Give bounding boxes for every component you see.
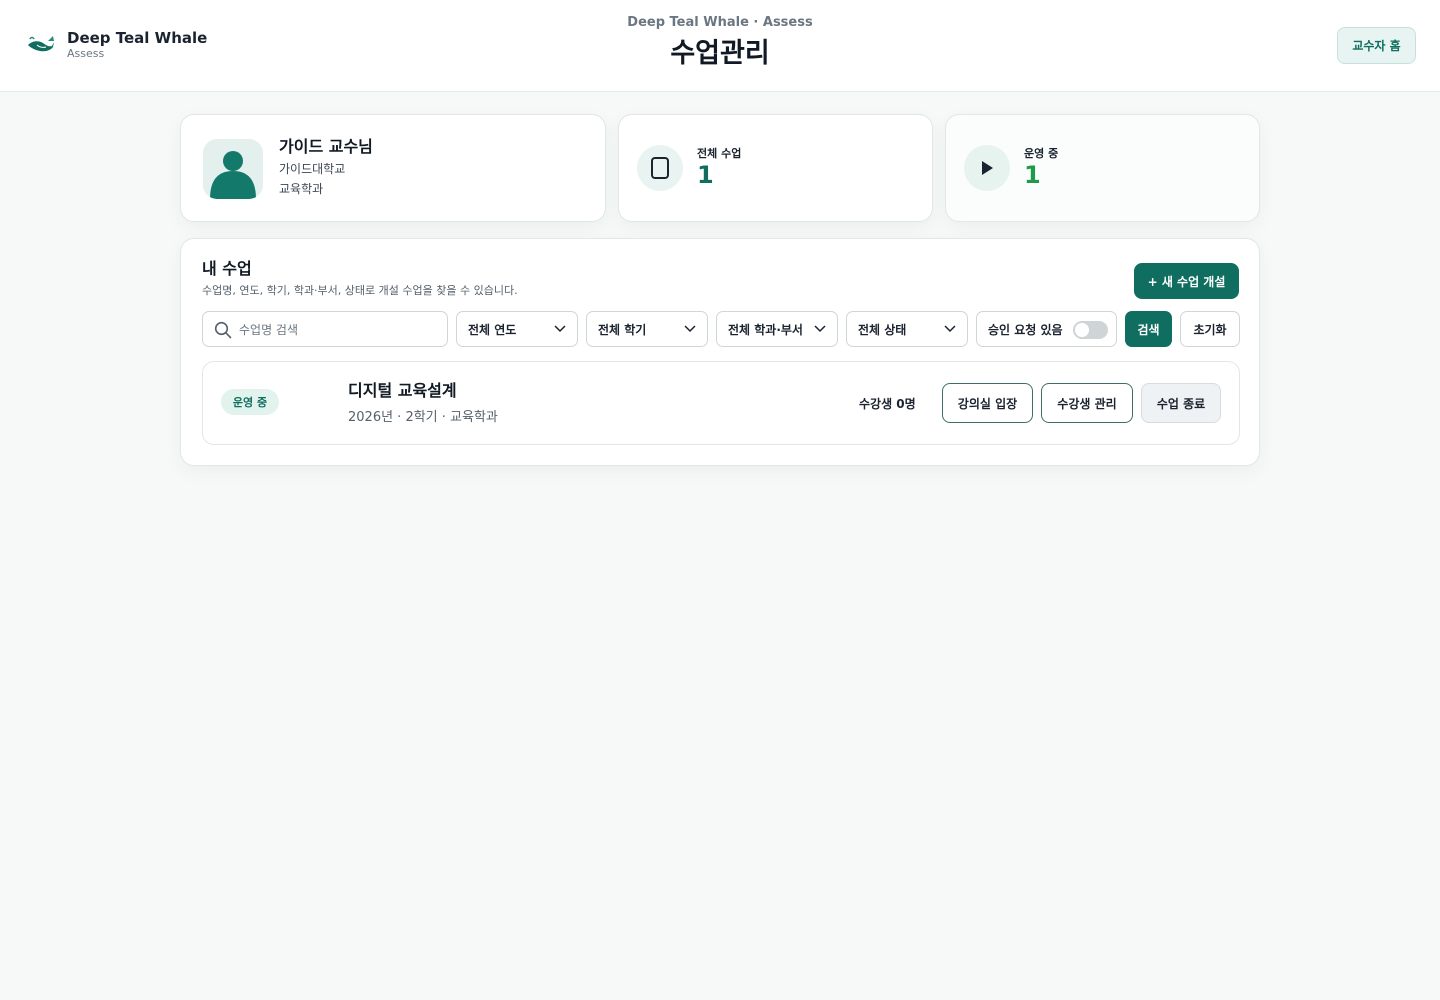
user-icon xyxy=(210,151,256,199)
search-input[interactable] xyxy=(239,319,439,341)
chevron-down-icon xyxy=(944,325,956,333)
department-select[interactable]: 전체 학과·부서 xyxy=(716,311,838,347)
instructor-home-button[interactable]: 교수자 홈 xyxy=(1337,27,1416,64)
brand-sub: Assess xyxy=(67,47,105,60)
reset-button[interactable]: 초기화 xyxy=(1180,311,1240,347)
chevron-down-icon xyxy=(684,325,696,333)
profile-university: 가이드대학교 xyxy=(279,162,346,176)
stat-running-label: 운영 중 xyxy=(1024,147,1059,160)
stat-total-value: 1 xyxy=(697,161,714,189)
page-title: 수업관리 xyxy=(670,38,770,69)
avatar xyxy=(203,139,263,199)
toggle-knob xyxy=(1075,323,1089,337)
approval-toggle-label: 승인 요청 있음 xyxy=(988,323,1063,337)
app-header: Deep Teal Whale Assess Deep Teal Whale ·… xyxy=(0,0,1440,92)
year-select-value: 전체 연도 xyxy=(468,323,517,337)
status-select[interactable]: 전체 상태 xyxy=(846,311,968,347)
class-row: 운영 중 디지털 교육설계 2026년 · 2학기 · 교육학과 수강생 0명 … xyxy=(202,361,1240,445)
search-icon xyxy=(214,321,232,339)
stat-running-classes: 운영 중 1 xyxy=(945,114,1260,222)
profile-card: 가이드 교수님 가이드대학교 교육학과 xyxy=(180,114,606,222)
end-class-button[interactable]: 수업 종료 xyxy=(1141,383,1221,423)
approval-request-filter: 승인 요청 있음 xyxy=(976,311,1117,347)
header-kicker: Deep Teal Whale · Assess xyxy=(627,15,813,30)
stat-running-value: 1 xyxy=(1024,161,1041,189)
chevron-down-icon xyxy=(814,325,826,333)
panel-title: 내 수업 xyxy=(202,259,252,278)
year-select[interactable]: 전체 연도 xyxy=(456,311,578,347)
semester-select-value: 전체 학기 xyxy=(598,323,647,337)
search-button[interactable]: 검색 xyxy=(1125,311,1172,347)
department-select-value: 전체 학과·부서 xyxy=(728,323,803,337)
enter-classroom-button[interactable]: 강의실 입장 xyxy=(942,383,1033,423)
class-meta: 2026년 · 2학기 · 교육학과 xyxy=(348,410,498,425)
profile-department: 교육학과 xyxy=(279,182,324,196)
my-classes-panel: 내 수업 수업명, 연도, 학기, 학과·부서, 상태로 개설 수업을 찾을 수… xyxy=(180,238,1260,466)
whale-icon xyxy=(28,36,54,52)
approval-toggle[interactable] xyxy=(1073,321,1108,339)
stat-total-classes: 전체 수업 1 xyxy=(618,114,933,222)
brand-logo[interactable]: Deep Teal Whale Assess xyxy=(26,28,207,60)
play-icon xyxy=(982,161,993,175)
profile-name: 가이드 교수님 xyxy=(279,137,373,156)
enrollment-count: 수강생 0명 xyxy=(859,397,916,411)
semester-select[interactable]: 전체 학기 xyxy=(586,311,708,347)
manage-students-button[interactable]: 수강생 관리 xyxy=(1041,383,1133,423)
chevron-down-icon xyxy=(554,325,566,333)
new-class-button[interactable]: + 새 수업 개설 xyxy=(1134,263,1239,299)
search-box[interactable] xyxy=(202,311,448,347)
panel-description: 수업명, 연도, 학기, 학과·부서, 상태로 개설 수업을 찾을 수 있습니다… xyxy=(202,284,518,297)
brand-name: Deep Teal Whale xyxy=(67,29,208,47)
class-title[interactable]: 디지털 교육설계 xyxy=(348,379,457,403)
stat-total-label: 전체 수업 xyxy=(697,147,742,160)
square-icon xyxy=(651,157,669,179)
status-badge: 운영 중 xyxy=(221,389,279,415)
status-select-value: 전체 상태 xyxy=(858,323,907,337)
